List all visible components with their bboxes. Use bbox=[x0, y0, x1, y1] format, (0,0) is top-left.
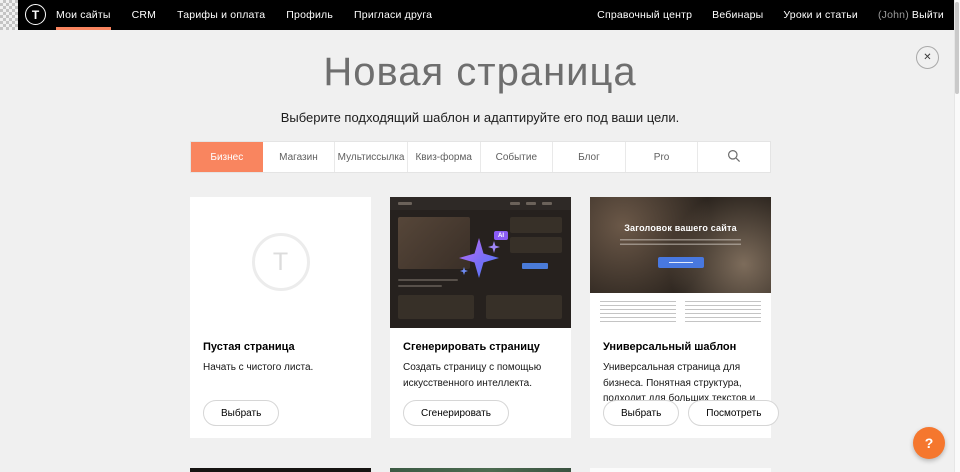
preview-hero-section: Заголовок вашего сайта bbox=[590, 197, 771, 293]
tab-search[interactable] bbox=[698, 142, 770, 172]
card-description: Начать с чистого листа. bbox=[203, 360, 358, 376]
nav-item-crm[interactable]: CRM bbox=[132, 0, 157, 30]
preview-text-column bbox=[600, 301, 676, 323]
preview-text-column bbox=[685, 301, 761, 323]
tab-pro[interactable]: Pro bbox=[626, 142, 699, 172]
template-card-ai-generate: AI Сгенерировать страницу Создать страни… bbox=[390, 197, 571, 438]
card-actions: Выбрать Посмотреть bbox=[603, 400, 779, 426]
preview-menu-dash bbox=[526, 202, 536, 205]
close-button[interactable]: ✕ bbox=[916, 46, 939, 69]
template-card-blank-page: T Пустая страница Начать с чистого листа… bbox=[190, 197, 371, 438]
preview-panel bbox=[510, 217, 562, 233]
next-row-card-strip bbox=[390, 468, 571, 472]
help-button[interactable]: ? bbox=[913, 427, 945, 459]
tab-quiz-form[interactable]: Квиз-форма bbox=[408, 142, 481, 172]
template-category-tabs: Бизнес Магазин Мультиссылка Квиз-форма С… bbox=[190, 141, 771, 173]
tab-business[interactable]: Бизнес bbox=[191, 142, 263, 172]
tab-store[interactable]: Магазин bbox=[263, 142, 336, 172]
card-title: Универсальный шаблон bbox=[603, 341, 758, 353]
card-body: Универсальный шаблон Универсальная стран… bbox=[590, 328, 771, 438]
preview-panel bbox=[486, 295, 562, 319]
card-body: Пустая страница Начать с чистого листа. … bbox=[190, 328, 371, 438]
close-icon: ✕ bbox=[923, 52, 931, 63]
preview-cta-button bbox=[658, 257, 704, 268]
new-page-dialog: T Мои сайты CRM Тарифы и оплата Профиль … bbox=[0, 0, 960, 472]
ai-badge: AI bbox=[494, 231, 508, 240]
preview-menu-dash bbox=[542, 202, 552, 205]
choose-blank-button[interactable]: Выбрать bbox=[203, 400, 279, 426]
card-title: Сгенерировать страницу bbox=[403, 341, 558, 353]
top-navbar: T Мои сайты CRM Тарифы и оплата Профиль … bbox=[0, 0, 960, 30]
preview-logo-dash bbox=[398, 202, 412, 205]
page-subtitle: Выберите подходящий шаблон и адаптируйте… bbox=[0, 110, 960, 125]
preview-panel bbox=[398, 295, 474, 319]
nav-item-invite-friend[interactable]: Пригласи друга bbox=[354, 0, 432, 30]
view-universal-button[interactable]: Посмотреть bbox=[688, 400, 779, 426]
generate-button[interactable]: Сгенерировать bbox=[403, 400, 509, 426]
card-actions: Выбрать bbox=[203, 400, 279, 426]
card-title: Пустая страница bbox=[203, 341, 358, 353]
preview-menu-dash bbox=[510, 202, 520, 205]
nav-item-help-center[interactable]: Справочный центр bbox=[597, 0, 692, 30]
tab-event[interactable]: Событие bbox=[481, 142, 554, 172]
preview-subtext-lines bbox=[620, 239, 741, 247]
scrollbar-thumb[interactable] bbox=[955, 2, 959, 94]
nav-item-webinars[interactable]: Вебинары bbox=[712, 0, 763, 30]
preview-text-line bbox=[398, 285, 442, 287]
preview-site-heading: Заголовок вашего сайта bbox=[590, 223, 771, 233]
card-description: Создать страницу с помощью искусственног… bbox=[403, 360, 558, 391]
card-actions: Сгенерировать bbox=[403, 400, 509, 426]
blank-page-preview: T bbox=[190, 197, 371, 328]
tilda-mark-icon: T bbox=[252, 233, 310, 291]
preview-panel bbox=[510, 237, 562, 253]
user-name: (John) bbox=[878, 9, 909, 21]
next-row-card-strip bbox=[190, 468, 371, 472]
next-row-card-strip bbox=[590, 468, 771, 472]
tab-multilink[interactable]: Мультиссылка bbox=[335, 142, 408, 172]
nav-item-lessons[interactable]: Уроки и статьи bbox=[783, 0, 858, 30]
navbar-right-menu: Справочный центр Вебинары Уроки и статьи… bbox=[597, 0, 944, 30]
tilda-logo[interactable]: T bbox=[25, 4, 46, 25]
card-body: Сгенерировать страницу Создать страницу … bbox=[390, 328, 571, 438]
universal-template-preview: Заголовок вашего сайта bbox=[590, 197, 771, 328]
checkered-pattern bbox=[0, 0, 18, 30]
ai-generate-preview: AI bbox=[390, 197, 571, 328]
nav-item-logout[interactable]: (John) Выйти bbox=[878, 0, 944, 30]
ai-sparkle-icon bbox=[456, 235, 502, 286]
template-card-universal: Заголовок вашего сайта Универсальный шаб… bbox=[590, 197, 771, 438]
page-title: Новая страница bbox=[0, 50, 960, 95]
nav-item-my-sites[interactable]: Мои сайты bbox=[56, 0, 111, 30]
preview-blue-button bbox=[522, 263, 548, 269]
logout-label: Выйти bbox=[912, 9, 944, 21]
nav-item-profile[interactable]: Профиль bbox=[286, 0, 333, 30]
preview-text-line bbox=[398, 279, 458, 281]
preview-text-section bbox=[590, 293, 771, 328]
tab-blog[interactable]: Блог bbox=[553, 142, 626, 172]
search-icon bbox=[727, 149, 741, 166]
page-scrollbar[interactable] bbox=[954, 0, 960, 472]
nav-item-plans[interactable]: Тарифы и оплата bbox=[177, 0, 265, 30]
navbar-left-menu: Мои сайты CRM Тарифы и оплата Профиль Пр… bbox=[56, 0, 432, 30]
choose-universal-button[interactable]: Выбрать bbox=[603, 400, 679, 426]
